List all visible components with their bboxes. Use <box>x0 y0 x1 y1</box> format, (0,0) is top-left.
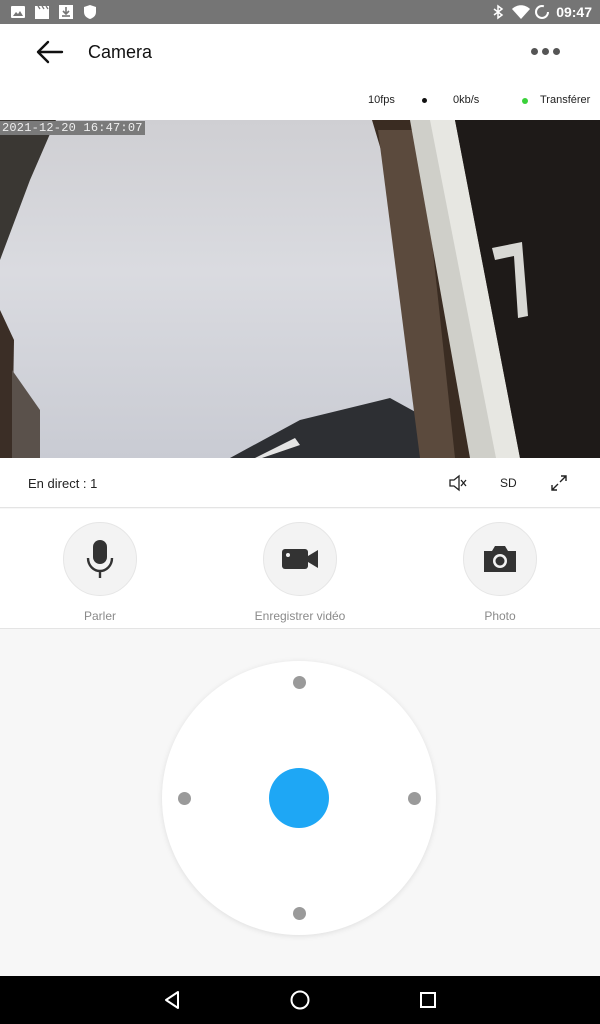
fps-value: 10fps <box>368 94 395 106</box>
video-frame-image <box>0 120 600 458</box>
record-button[interactable] <box>263 522 337 596</box>
arrow-left-icon <box>36 40 64 64</box>
mute-button[interactable] <box>448 474 468 492</box>
video-timestamp: 2021-12-20 16:47:07 <box>0 121 145 135</box>
ptz-joystick[interactable] <box>162 661 436 935</box>
record-action[interactable]: Enregistrer vidéo <box>220 522 380 623</box>
ptz-joystick-knob[interactable] <box>269 768 329 828</box>
microphone-icon <box>86 540 114 578</box>
status-bar-notifications <box>10 4 98 20</box>
expand-icon <box>551 475 567 491</box>
stream-stats: 10fps 0kb/s Transférer <box>0 80 600 120</box>
camera-video-feed[interactable]: 2021-12-20 16:47:07 <box>0 120 600 458</box>
clapper-icon <box>34 4 50 20</box>
download-icon <box>58 4 74 20</box>
page-title: Camera <box>88 42 153 62</box>
camera-icon <box>484 546 516 572</box>
shield-icon <box>82 4 98 20</box>
ptz-left-indicator[interactable] <box>178 792 191 805</box>
talk-label: Parler <box>83 609 116 623</box>
system-nav-bar <box>0 976 600 1024</box>
nav-back-button[interactable] <box>160 988 184 1012</box>
wifi-icon <box>512 4 531 20</box>
status-bar: 09:47 <box>0 0 600 24</box>
video-controls: En direct : 1 SD <box>0 458 600 508</box>
nav-recents-button[interactable] <box>416 988 440 1012</box>
photo-label: Photo <box>484 609 516 623</box>
live-viewers-label: En direct : 1 <box>28 476 98 491</box>
status-bar-system: 09:47 <box>490 4 592 20</box>
battery-ring-icon <box>534 4 550 20</box>
record-label: Enregistrer vidéo <box>254 609 346 623</box>
bitrate-value: 0kb/s <box>453 94 480 106</box>
photo-button[interactable] <box>463 522 537 596</box>
talk-button[interactable] <box>63 522 137 596</box>
speaker-mute-icon <box>449 474 467 492</box>
bluetooth-icon <box>490 4 506 20</box>
photo-action[interactable]: Photo <box>420 522 580 623</box>
ptz-down-indicator[interactable] <box>293 907 306 920</box>
home-circle-icon <box>290 990 310 1010</box>
talk-action[interactable]: Parler <box>20 522 180 623</box>
recents-square-icon <box>420 992 436 1008</box>
more-dot <box>542 48 549 55</box>
app-bar: Camera <box>0 24 600 80</box>
nav-home-button[interactable] <box>288 988 312 1012</box>
ptz-control-area <box>0 630 600 976</box>
more-options-button[interactable] <box>531 48 560 55</box>
more-dot <box>553 48 560 55</box>
fullscreen-button[interactable] <box>550 474 568 492</box>
camera-actions: Parler Enregistrer vidéo Photo <box>0 509 600 629</box>
clock: 09:47 <box>556 4 592 20</box>
quality-toggle[interactable]: SD <box>500 476 517 490</box>
transfer-status-dot <box>522 98 528 104</box>
ptz-right-indicator[interactable] <box>408 792 421 805</box>
more-horizontal-icon <box>531 48 538 55</box>
back-button[interactable] <box>32 38 68 66</box>
ptz-up-indicator[interactable] <box>293 676 306 689</box>
transfer-label: Transférer <box>540 94 591 106</box>
image-icon <box>10 4 26 20</box>
separator-dot <box>422 98 427 103</box>
video-camera-icon <box>282 549 318 569</box>
back-triangle-icon <box>165 991 179 1009</box>
